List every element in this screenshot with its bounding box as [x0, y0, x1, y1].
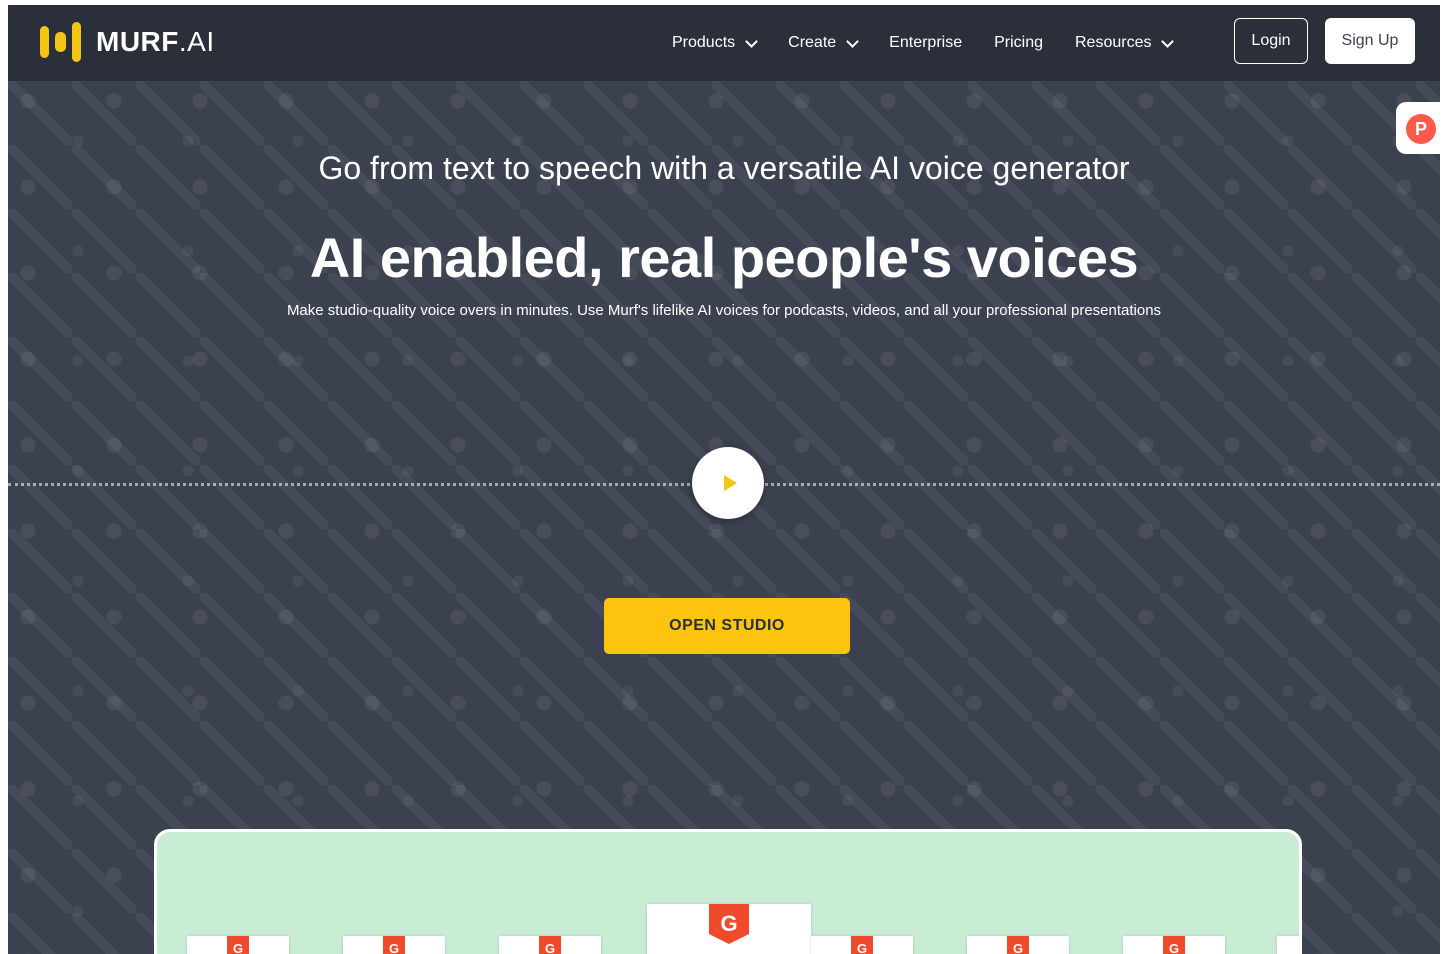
g2-logo-icon: G: [1007, 936, 1029, 954]
g2-award-badge: G: [1277, 936, 1299, 954]
open-studio-button[interactable]: OPEN STUDIO: [604, 598, 850, 654]
chevron-down-icon: [745, 34, 759, 48]
menu-products[interactable]: Products: [672, 34, 759, 52]
g2-logo-icon: G: [227, 936, 249, 954]
logo-text: MURF.AI: [96, 26, 215, 57]
g2-logo-icon: G: [1163, 936, 1185, 954]
g2-logo-icon: G: [539, 936, 561, 954]
p-badge-icon: P: [1406, 114, 1436, 144]
g2-award-badge: G: [811, 936, 913, 954]
g2-logo-icon: G: [709, 904, 749, 944]
g2-award-badge: G: [1123, 936, 1225, 954]
menu-create[interactable]: Create: [788, 34, 860, 52]
login-button[interactable]: Login: [1234, 18, 1308, 64]
hero-headline: AI enabled, real people's voices: [309, 226, 1139, 289]
menu-pricing[interactable]: Pricing: [994, 34, 1043, 52]
g2-award-badge: G: [967, 936, 1069, 954]
g2-award-badge: G: [499, 936, 601, 954]
page-frame: MURF.AI Products Create Enterprise Prici…: [8, 5, 1440, 954]
play-icon: [723, 475, 737, 491]
main-menu: Products Create Enterprise Pricing Resou…: [672, 5, 1204, 81]
signup-button[interactable]: Sign Up: [1325, 18, 1415, 64]
g2-award-badge-featured: G: [647, 904, 811, 954]
murf-logo[interactable]: MURF.AI: [40, 22, 215, 62]
hero-description: Make studio-quality voice overs in minut…: [286, 302, 1162, 319]
side-floating-badge[interactable]: P: [1396, 102, 1444, 154]
chevron-down-icon: [846, 34, 860, 48]
hero-subtitle: Go from text to speech with a versatile …: [318, 150, 1130, 186]
g2-award-badge: G: [343, 936, 445, 954]
top-nav: MURF.AI Products Create Enterprise Prici…: [8, 5, 1440, 81]
menu-resources[interactable]: Resources: [1075, 34, 1175, 52]
menu-enterprise[interactable]: Enterprise: [889, 34, 962, 52]
g2-logo-icon: G: [383, 936, 405, 954]
murf-logo-icon: [40, 22, 82, 62]
chevron-down-icon: [1161, 34, 1175, 48]
play-button[interactable]: [692, 447, 764, 519]
awards-panel: G G G G G G G G: [154, 829, 1302, 954]
g2-award-badge: G: [187, 936, 289, 954]
g2-logo-icon: G: [851, 936, 873, 954]
